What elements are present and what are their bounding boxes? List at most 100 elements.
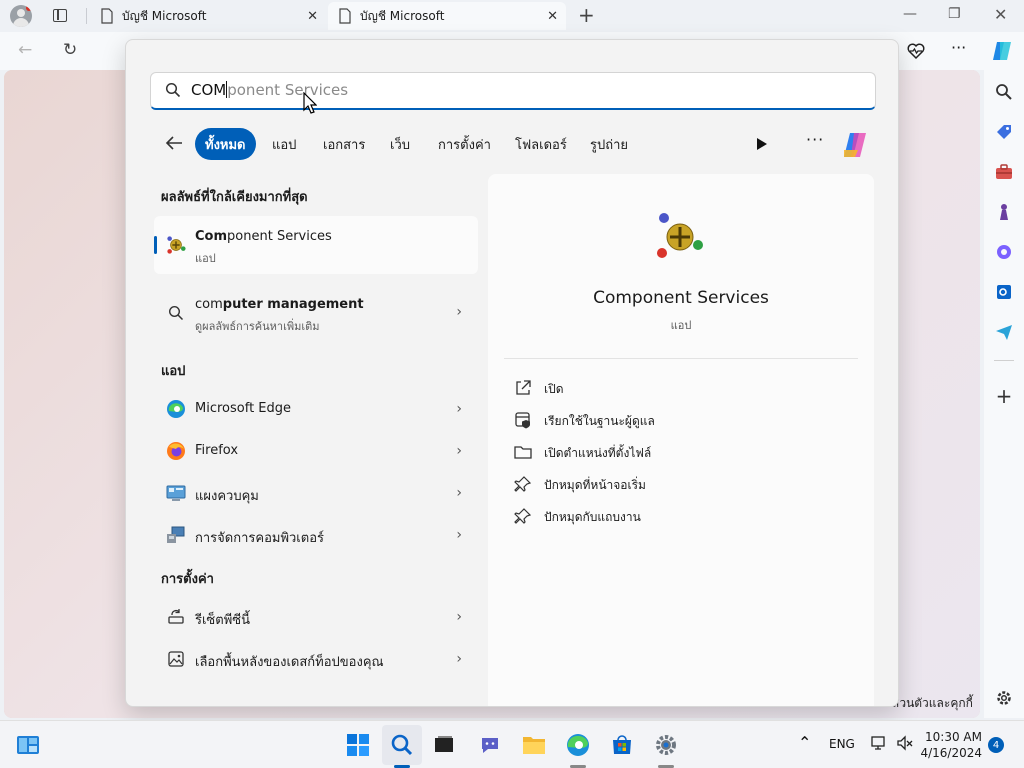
chevron-right-icon[interactable]: ›: [456, 609, 462, 625]
action-label: ปักหมุดที่หน้าจอเริ่ม: [544, 478, 646, 492]
tab-microsoft-account-2[interactable]: บัญชี Microsoft ✕: [328, 2, 566, 30]
copilot-icon[interactable]: [840, 130, 872, 160]
shopping-tag-icon[interactable]: [994, 122, 1014, 142]
refresh-icon[interactable]: ↻: [63, 40, 77, 60]
profile-avatar[interactable]: [10, 5, 32, 27]
new-tab-button[interactable]: +: [578, 3, 595, 27]
gear-icon[interactable]: [994, 688, 1014, 708]
chevron-right-icon[interactable]: ›: [456, 527, 462, 543]
privacy-link[interactable]: ส่วนตัวและคุกกี้: [892, 694, 973, 713]
run-as-admin-icon: [515, 412, 530, 429]
filter-apps[interactable]: แอป: [262, 128, 306, 160]
meet-chat-icon[interactable]: [478, 733, 502, 757]
filter-bar: ทั้งหมด แอป เอกสาร เว็บ การตั้งค่า โฟลเด…: [150, 128, 880, 160]
clock[interactable]: 10:30 AM 4/16/2024: [920, 729, 982, 761]
browser-tab-bar: บัญชี Microsoft ✕ บัญชี Microsoft ✕ + — …: [0, 0, 1024, 32]
microsoft-365-icon[interactable]: [994, 242, 1014, 262]
component-services-icon: [657, 213, 703, 258]
vertical-tabs-icon[interactable]: [53, 9, 67, 22]
input-language[interactable]: ENG: [829, 737, 855, 751]
settings-item-reset-pc[interactable]: รีเซ็ตพีซีนี้ ›: [154, 597, 478, 637]
details-pane: Component Services แอป เปิด เรียกใช้ในฐา…: [488, 174, 874, 706]
query-completion: ponent Services: [227, 81, 349, 99]
clock-time: 10:30 AM: [925, 730, 982, 744]
widgets-icon[interactable]: [16, 733, 40, 757]
tools-icon[interactable]: [994, 162, 1014, 182]
settings-and-more-icon[interactable]: ···: [951, 38, 966, 57]
app-label: แผงควบคุม: [195, 489, 259, 504]
app-label: การจัดการคอมพิวเตอร์: [195, 531, 324, 546]
close-window-icon[interactable]: ✕: [994, 5, 1007, 24]
edge-icon[interactable]: [566, 733, 590, 757]
send-icon[interactable]: [994, 322, 1014, 342]
action-pin-to-taskbar[interactable]: ปักหมุดกับแถบงาน: [514, 504, 854, 528]
outlook-icon[interactable]: [994, 282, 1014, 302]
back-icon[interactable]: ←: [18, 40, 32, 60]
sidebar-divider: [994, 360, 1014, 361]
result-subtitle: แอป: [195, 252, 216, 265]
task-view-icon[interactable]: [432, 733, 456, 757]
action-open-file-location[interactable]: เปิดตำแหน่งที่ตั้งไฟล์: [514, 440, 854, 464]
browser-essentials-icon[interactable]: [906, 41, 926, 61]
action-label: ปักหมุดกับแถบงาน: [544, 510, 641, 524]
app-item-control-panel[interactable]: แผงควบคุม ›: [154, 473, 478, 513]
chevron-right-icon[interactable]: ›: [456, 485, 462, 501]
action-run-as-admin[interactable]: เรียกใช้ในฐานะผู้ดูแล: [514, 408, 854, 432]
filter-folders[interactable]: โฟลเดอร์: [505, 128, 577, 160]
filter-documents[interactable]: เอกสาร: [313, 128, 375, 160]
more-options-icon[interactable]: ···: [806, 130, 824, 149]
taskbar-search-icon[interactable]: [390, 733, 414, 757]
filter-photos[interactable]: รูปถ่าย: [580, 128, 638, 160]
settings-item-desktop-background[interactable]: เลือกพื้นหลังของเดสก์ท็อปของคุณ ›: [154, 639, 478, 679]
volume-muted-icon[interactable]: [896, 734, 914, 755]
chevron-right-icon[interactable]: ›: [456, 304, 462, 320]
copilot-icon[interactable]: [990, 39, 1014, 63]
result-title-match: com: [195, 297, 223, 312]
close-tab-icon[interactable]: ✕: [307, 9, 318, 24]
restore-icon[interactable]: ❐: [948, 6, 961, 22]
chevron-right-icon[interactable]: ›: [456, 443, 462, 459]
web-suggestion-computer-management[interactable]: computer management ดูผลลัพธ์การค้นหาเพิ…: [154, 284, 478, 342]
computer-management-icon: [166, 525, 186, 545]
result-title: Component Services: [195, 229, 332, 244]
settings-label: รีเซ็ตพีซีนี้: [195, 613, 250, 628]
minimize-icon[interactable]: —: [903, 6, 917, 22]
component-services-icon: [166, 235, 186, 255]
mouse-cursor: [303, 92, 317, 114]
app-item-firefox[interactable]: Firefox ›: [154, 431, 478, 471]
search-flyout: COMponent Services ทั้งหมด แอป เอกสาร เว…: [125, 39, 899, 707]
back-arrow-icon[interactable]: [164, 133, 184, 153]
search-icon: [166, 303, 186, 323]
show-hidden-icons-chevron-up-icon[interactable]: ⌃: [798, 733, 811, 752]
games-icon[interactable]: [994, 202, 1014, 222]
tab-microsoft-account-1[interactable]: บัญชี Microsoft ✕: [90, 2, 326, 30]
selection-indicator: [154, 236, 157, 254]
page-icon: [339, 8, 351, 24]
search-icon[interactable]: [994, 82, 1014, 102]
close-tab-icon[interactable]: ✕: [547, 9, 558, 24]
microsoft-store-icon[interactable]: [610, 733, 634, 757]
chevron-right-icon[interactable]: ›: [456, 401, 462, 417]
search-input[interactable]: COMponent Services: [150, 72, 876, 110]
app-label: Firefox: [195, 443, 239, 458]
action-open[interactable]: เปิด: [514, 376, 854, 400]
start-icon[interactable]: [346, 733, 370, 757]
best-match-component-services[interactable]: Component Services แอป: [154, 216, 478, 274]
filter-web[interactable]: เว็บ: [380, 128, 420, 160]
chevron-right-icon[interactable]: ›: [456, 651, 462, 667]
notification-badge[interactable]: 4: [988, 737, 1004, 753]
search-icon: [165, 82, 181, 98]
detail-app-type: แอป: [670, 319, 692, 332]
action-pin-to-start[interactable]: ปักหมุดที่หน้าจอเริ่ม: [514, 472, 854, 496]
detail-divider: [504, 358, 858, 359]
filter-settings[interactable]: การตั้งค่า: [428, 128, 501, 160]
app-item-computer-management[interactable]: การจัดการคอมพิวเตอร์ ›: [154, 515, 478, 555]
file-explorer-icon[interactable]: [522, 733, 546, 757]
taskbar: ⌃ ENG 10:30 AM 4/16/2024 4: [0, 720, 1024, 768]
app-item-microsoft-edge[interactable]: Microsoft Edge ›: [154, 389, 478, 429]
add-icon[interactable]: +: [994, 384, 1014, 408]
filter-all[interactable]: ทั้งหมด: [195, 128, 256, 160]
network-icon[interactable]: [870, 734, 888, 755]
play-icon[interactable]: [754, 137, 768, 151]
settings-gear-icon[interactable]: [654, 733, 678, 757]
